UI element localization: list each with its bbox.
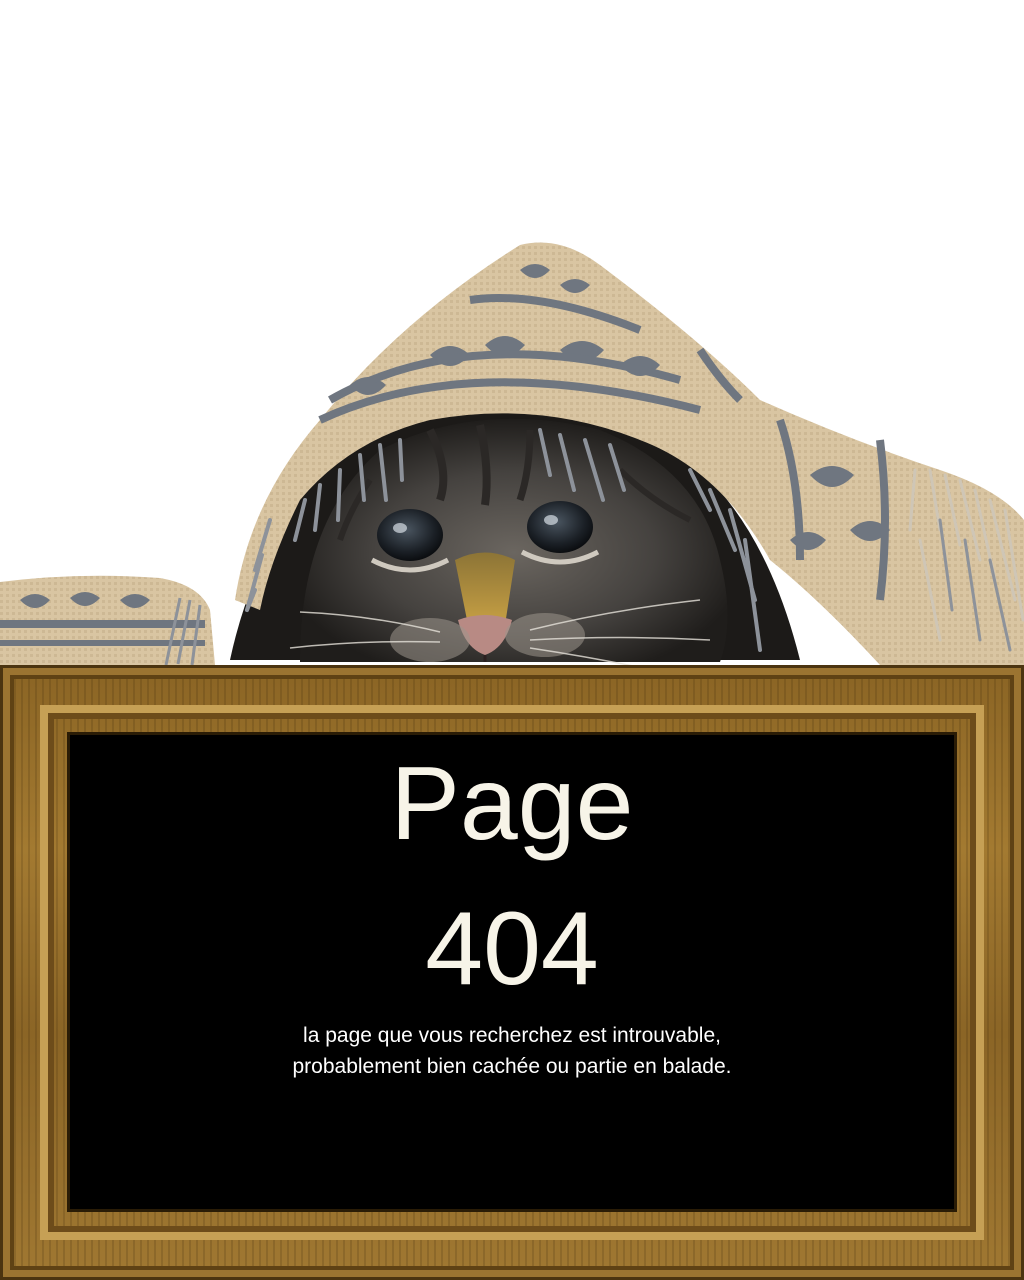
error-title: Page xyxy=(390,746,634,862)
error-message-line-1: la page que vous recherchez est introuva… xyxy=(303,1024,721,1047)
error-message: la page que vous recherchez est introuva… xyxy=(70,1020,954,1082)
left-eye xyxy=(377,509,443,561)
error-page: Page 404 la page que vous recherchez est… xyxy=(0,0,1024,1280)
scarf-left xyxy=(0,575,215,666)
error-message-line-2: probablement bien cachée ou partie en ba… xyxy=(292,1055,732,1078)
right-eye xyxy=(527,501,593,553)
kitten-under-scarf-illustration xyxy=(0,242,1024,679)
error-code: 404 xyxy=(425,891,599,1007)
